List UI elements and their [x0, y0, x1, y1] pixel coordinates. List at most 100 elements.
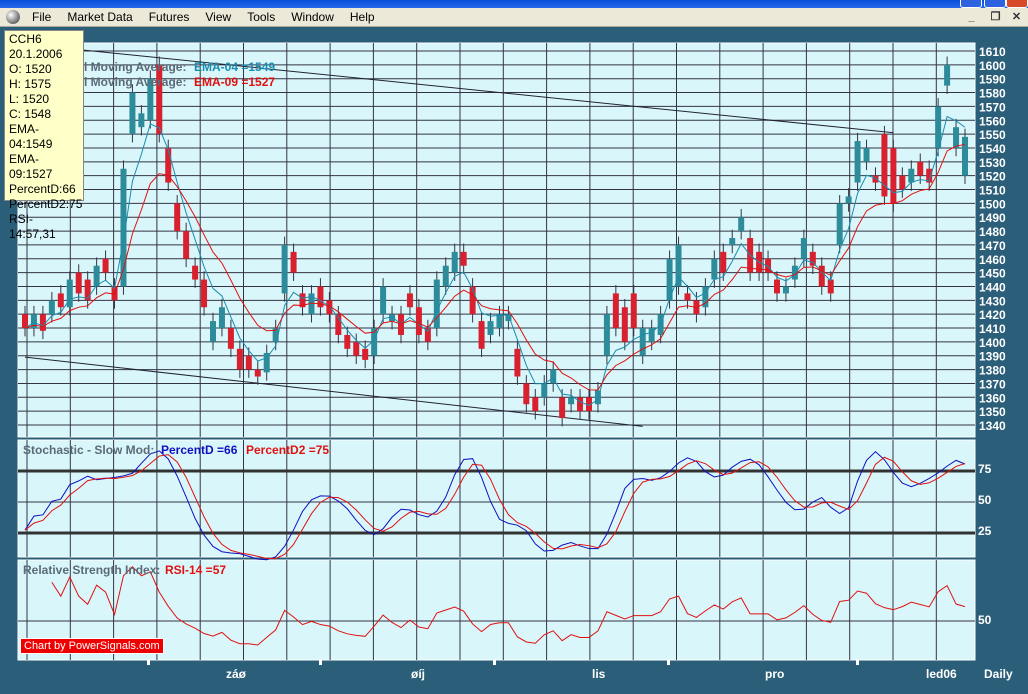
candle-body [872, 175, 879, 183]
info-high: H: 1575 [9, 77, 52, 91]
candle-body [174, 203, 181, 232]
minimize-window-button[interactable] [960, 0, 982, 8]
info-ema9: EMA-09:1527 [9, 152, 53, 181]
price-axis-label: 1450 [979, 267, 1006, 281]
candle-body [57, 293, 64, 308]
maximize-window-button[interactable] [984, 0, 1006, 8]
stoch-axis-25: 25 [978, 524, 992, 538]
candle-body [630, 293, 637, 329]
candle-body [487, 321, 494, 335]
stoch-d2-value: PercentD2 =75 [246, 443, 330, 457]
child-close-button[interactable]: ✕ [1008, 10, 1025, 25]
price-axis-label: 1490 [979, 211, 1006, 225]
menu-help[interactable]: Help [342, 10, 383, 24]
close-window-button[interactable] [1006, 0, 1028, 8]
candle-body [568, 397, 575, 405]
price-chart[interactable]: 1340135013601370138013901400141014201430… [0, 27, 1028, 694]
info-percentd: PercentD:66 [9, 182, 76, 196]
candle-body [290, 251, 297, 273]
candle-body [138, 113, 145, 128]
candle-body [192, 265, 199, 280]
menu-market-data[interactable]: Market Data [59, 10, 140, 24]
menu-window[interactable]: Window [283, 10, 342, 24]
price-axis-label: 1400 [979, 336, 1006, 350]
candle-body [612, 293, 619, 329]
price-axis-label: 1380 [979, 364, 1006, 378]
candle-body [899, 175, 906, 190]
candle-body [729, 238, 736, 245]
ohlc-info-box: CCH6 20.1.2006 O: 1520 H: 1575 L: 1520 C… [4, 30, 84, 241]
info-percentd2: PercentD2:75 [9, 197, 83, 211]
candle-body [836, 203, 843, 245]
candle-body [890, 147, 897, 204]
candle-body [344, 334, 351, 349]
candle-body [84, 279, 91, 301]
candle-body [514, 348, 521, 377]
price-axis-label: 1530 [979, 156, 1006, 170]
price-axis-label: 1460 [979, 253, 1006, 267]
stoch-d-value: PercentD =66 [161, 443, 238, 457]
candle-body [406, 293, 413, 308]
candle-body [953, 127, 960, 148]
price-axis-label: 1360 [979, 391, 1006, 405]
candle-body [39, 314, 46, 331]
info-low: L: 1520 [9, 92, 50, 106]
rsi-legend-name: Relative Strength Index: [23, 563, 161, 577]
candle-body [711, 258, 718, 280]
candle-body [442, 265, 449, 287]
price-axis-label: 1510 [979, 184, 1006, 198]
candle-body [684, 293, 691, 301]
candle-body [48, 300, 55, 315]
powersignals-credit-link[interactable]: Chart by PowerSignals.com [20, 638, 164, 654]
candle-body [433, 279, 440, 329]
candle-body [218, 307, 225, 329]
price-axis-label: 1500 [979, 197, 1006, 211]
candle-body [800, 238, 807, 259]
candle-body [254, 369, 261, 377]
x-axis-label-zari: záø [226, 667, 247, 681]
candle-body [75, 272, 82, 294]
candle-body [281, 244, 288, 294]
child-minimize-button[interactable]: _ [963, 10, 980, 25]
candle-body [675, 244, 682, 287]
candle-body [738, 217, 745, 232]
menu-view[interactable]: View [197, 10, 239, 24]
candle-body [415, 307, 422, 335]
x-axis-tick [319, 660, 322, 665]
stoch-axis-75: 75 [978, 462, 992, 476]
price-axis-label: 1540 [979, 142, 1006, 156]
stoch-axis-50: 50 [978, 493, 992, 507]
stoch-legend-name: Stochastic - Slow Mod: [23, 443, 155, 457]
price-axis-label: 1580 [979, 87, 1006, 101]
x-axis-tick [667, 660, 670, 665]
child-restore-button[interactable]: ❐ [987, 10, 1004, 25]
x-axis-label-led06: led06 [926, 667, 957, 681]
menu-futures[interactable]: Futures [141, 10, 198, 24]
candle-body [451, 251, 458, 273]
price-axis-label: 1420 [979, 308, 1006, 322]
price-axis-label: 1600 [979, 59, 1006, 73]
candle-body [559, 397, 566, 419]
candle-body [782, 286, 789, 294]
ema4-legend-name: l Moving Average: [84, 60, 187, 74]
price-axis-label: 1550 [979, 128, 1006, 142]
price-axis-label: 1470 [979, 239, 1006, 253]
candle-body [129, 92, 136, 135]
menu-file[interactable]: File [24, 10, 59, 24]
candle-body [809, 251, 816, 266]
price-axis-label: 1560 [979, 114, 1006, 128]
candle-body [245, 355, 252, 370]
info-rsi: RSI-14:57,31 [9, 212, 56, 241]
candle-body [380, 286, 387, 315]
candle-body [774, 279, 780, 294]
candle-body [353, 341, 360, 356]
candle-body [523, 383, 530, 405]
x-axis-label-rijen: øíj [411, 667, 425, 681]
menu-tools[interactable]: Tools [239, 10, 283, 24]
rsi-legend-value: RSI-14 =57 [165, 563, 227, 577]
app-globe-icon[interactable] [6, 10, 20, 24]
price-axis-label: 1370 [979, 377, 1006, 391]
candle-body [908, 168, 915, 183]
candle-body [362, 348, 369, 360]
candle-body [478, 321, 485, 349]
